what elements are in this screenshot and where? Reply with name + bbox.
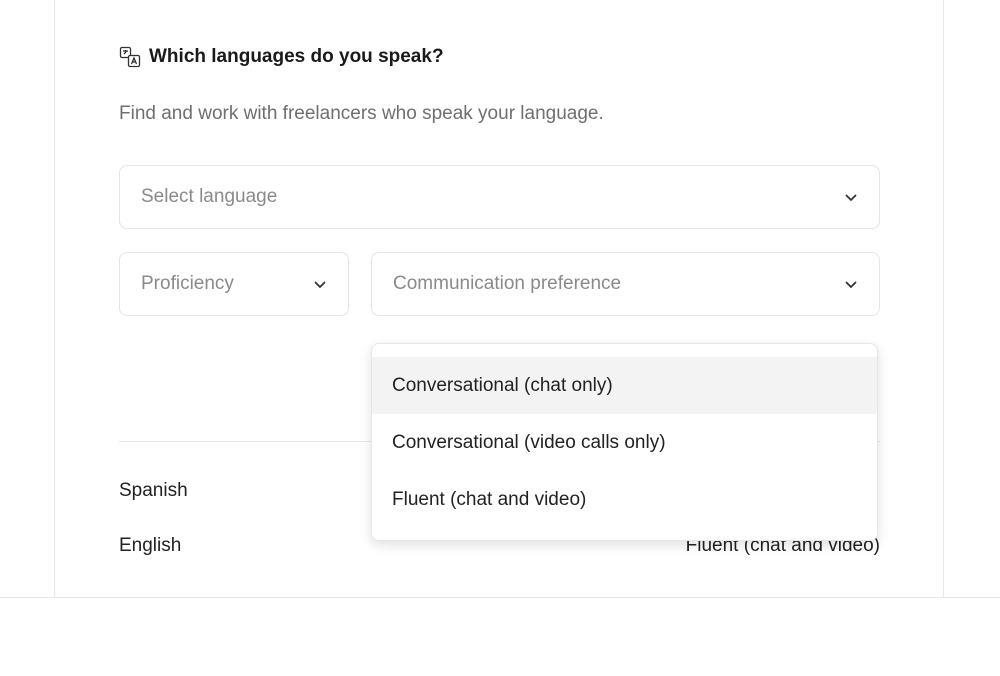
- dropdown-option-fluent[interactable]: Fluent (chat and video): [372, 471, 877, 528]
- proficiency-select-placeholder: Proficiency: [141, 273, 234, 294]
- chevron-down-icon: [845, 186, 857, 208]
- translate-icon: [119, 46, 141, 68]
- proficiency-select[interactable]: Proficiency: [119, 252, 349, 316]
- chevron-down-icon: [845, 273, 857, 295]
- chevron-down-icon: [314, 273, 326, 295]
- language-name: English: [119, 535, 182, 556]
- communication-preference-dropdown: Conversational (chat only) Conversationa…: [371, 343, 878, 541]
- language-name: Spanish: [119, 480, 188, 501]
- dropdown-option-chat-only[interactable]: Conversational (chat only): [372, 357, 877, 414]
- language-select[interactable]: Select language: [119, 165, 880, 229]
- footer-divider: [0, 597, 1000, 598]
- language-select-placeholder: Select language: [141, 186, 278, 207]
- section-title: Which languages do you speak?: [149, 46, 444, 67]
- communication-preference-select[interactable]: Communication preference: [371, 252, 880, 316]
- dropdown-option-video-only[interactable]: Conversational (video calls only): [372, 414, 877, 471]
- section-subtitle: Find and work with freelancers who speak…: [119, 103, 604, 124]
- section-heading: Which languages do you speak?: [119, 46, 444, 68]
- communication-select-placeholder: Communication preference: [393, 273, 622, 294]
